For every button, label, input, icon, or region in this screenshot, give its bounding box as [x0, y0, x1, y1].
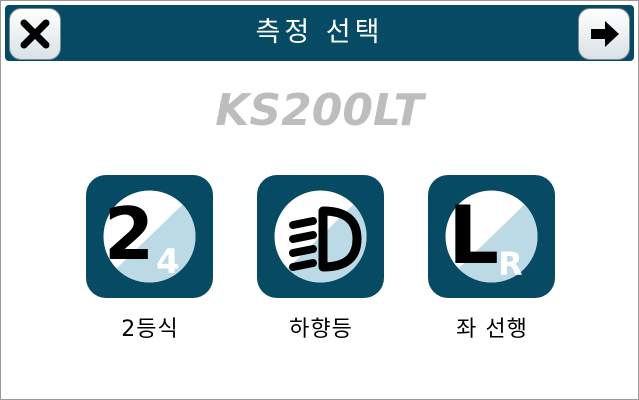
two-lamp-icon: 2 4 [103, 190, 196, 283]
next-button[interactable] [578, 8, 630, 60]
close-icon [20, 19, 50, 49]
option-two-lamp-button[interactable]: 2 4 [86, 175, 213, 298]
option-left-traffic-label: 좌 선행 [456, 317, 528, 342]
close-button[interactable] [9, 8, 61, 60]
model-name: KS200LT [215, 85, 424, 136]
two-lamp-sub: 4 [156, 242, 180, 282]
screen: 측정 선택 KS200LT 2 4 2등식 하향등 L R 좌 선행 [0, 0, 639, 400]
two-lamp-glyph: 2 [104, 192, 154, 276]
option-low-beam-label: 하향등 [289, 317, 353, 342]
left-traffic-glyph: L [448, 189, 499, 282]
low-beam-icon [274, 190, 367, 283]
page-title: 측정 선택 [255, 17, 384, 48]
left-traffic-sub: R [498, 245, 523, 283]
option-low-beam-button[interactable] [257, 175, 384, 298]
arrow-right-icon [591, 21, 619, 47]
left-traffic-icon: L R [445, 189, 538, 283]
header-bar: 측정 선택 [5, 5, 634, 61]
option-left-traffic-button[interactable]: L R [428, 175, 555, 298]
option-two-lamp-label: 2등식 [121, 317, 179, 342]
